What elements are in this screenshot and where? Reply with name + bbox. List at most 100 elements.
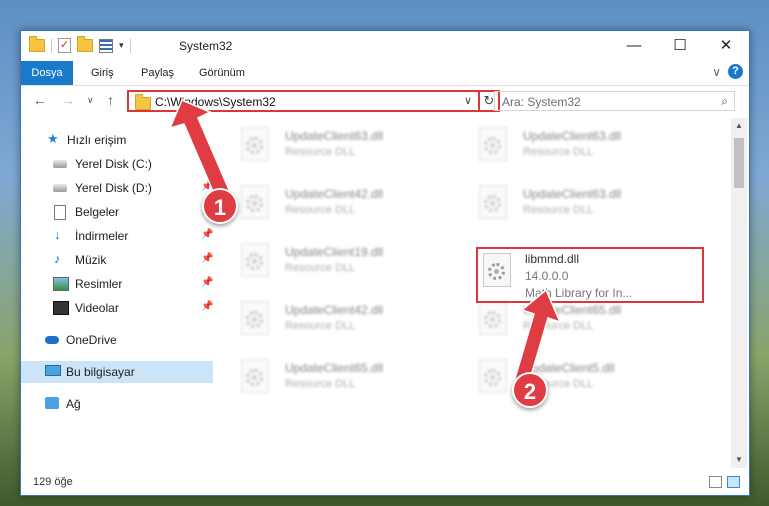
file-description: Resource DLL <box>285 378 356 390</box>
folder-icon <box>29 36 45 52</box>
file-item[interactable]: UpdateClient65.dll Resource DLL <box>231 353 457 405</box>
sidebar-item-network[interactable]: Ağ <box>21 393 213 415</box>
disk-icon <box>53 184 67 192</box>
pin-icon[interactable]: 📌 <box>201 301 213 312</box>
sidebar-item-label: Videolar <box>75 301 119 315</box>
address-text[interactable]: C:\Windows\System32 <box>155 95 276 109</box>
address-dropdown-icon[interactable]: ∨ <box>464 94 472 107</box>
dll-file-icon <box>241 127 269 161</box>
gear-icon <box>246 253 263 270</box>
sidebar-item-local-disk-c[interactable]: Yerel Disk (C:) <box>21 153 213 175</box>
item-count: 129 öğe <box>33 476 73 488</box>
navigation-pane: ★ Hızlı erişim Yerel Disk (C:) Yerel Dis… <box>21 121 213 461</box>
sidebar-item-onedrive[interactable]: OneDrive <box>21 329 213 351</box>
help-icon[interactable]: ? <box>728 64 743 79</box>
file-item[interactable]: UpdateClient63.dll Resource DLL <box>469 179 695 231</box>
cloud-icon <box>45 336 59 344</box>
new-folder-icon[interactable] <box>77 36 93 52</box>
explorer-window: ✓ ▾ System32 — ☐ ✕ Dosya Giriş Paylaş Gö… <box>20 30 750 496</box>
forward-button[interactable]: → <box>61 92 75 108</box>
close-button[interactable]: ✕ <box>703 31 749 61</box>
sidebar-item-quick-access[interactable]: ★ Hızlı erişim <box>21 129 213 151</box>
address-bar[interactable]: C:\Windows\System32 ∨ <box>127 90 480 112</box>
sidebar-item-label: Ağ <box>66 397 81 411</box>
details-view-icon[interactable] <box>709 476 722 488</box>
file-description: Resource DLL <box>285 262 356 274</box>
sidebar-item-label: Belgeler <box>75 205 120 219</box>
customize-toolbar-icon[interactable]: ▾ <box>119 40 124 51</box>
scroll-up-icon[interactable]: ▲ <box>731 118 747 134</box>
up-button[interactable]: ↑ <box>107 92 114 108</box>
navigation-bar: ← → ∨ ↑ C:\Windows\System32 ∨ ↻ Ara: Sys… <box>21 86 749 118</box>
search-icon[interactable]: ⌕ <box>721 94 728 109</box>
file-item[interactable]: UpdateClient63.dll Resource DLL <box>469 121 695 173</box>
gear-icon <box>246 369 263 386</box>
sidebar-item-label: Resimler <box>75 277 123 291</box>
sidebar-item-local-disk-d[interactable]: Yerel Disk (D:) 📌 <box>21 177 213 199</box>
divider <box>129 38 131 53</box>
file-name: UpdateClient65.dll <box>285 361 384 375</box>
properties-icon[interactable] <box>99 38 113 53</box>
dll-file-icon <box>241 301 269 335</box>
sidebar-item-label: Yerel Disk (D:) <box>75 181 152 195</box>
file-name: UpdateClient63.dll <box>523 129 622 143</box>
maximize-button[interactable]: ☐ <box>657 31 703 61</box>
file-name: UpdateClient42.dll <box>285 303 384 317</box>
recent-locations-button[interactable]: ∨ <box>87 95 94 106</box>
sidebar-item-label: İndirmeler <box>75 229 129 243</box>
file-description: Resource DLL <box>285 146 356 158</box>
pin-icon[interactable]: 📌 <box>201 253 213 264</box>
disk-icon <box>53 160 67 168</box>
scrollbar-thumb[interactable] <box>734 138 744 188</box>
file-item[interactable]: UpdateClient5.dll Resource DLL <box>469 353 695 405</box>
sidebar-item-documents[interactable]: Belgeler 📌 <box>21 201 213 223</box>
tab-view[interactable]: Görünüm <box>199 61 245 85</box>
sidebar-item-downloads[interactable]: ↓ İndirmeler 📌 <box>21 225 213 247</box>
sidebar-item-label: Hızlı erişim <box>67 133 127 147</box>
file-item[interactable]: UpdateClient63.dll Resource DLL <box>231 121 457 173</box>
scroll-down-icon[interactable]: ▼ <box>731 452 747 468</box>
file-item[interactable]: UpdateClient42.dll Resource DLL <box>231 179 457 231</box>
dll-file-icon <box>479 301 507 335</box>
gear-icon <box>246 137 263 154</box>
search-placeholder: Ara: System32 <box>502 95 581 109</box>
file-name: UpdateClient65.dll <box>523 303 622 317</box>
pin-icon[interactable]: 📌 <box>201 229 213 240</box>
file-description: Resource DLL <box>523 146 594 158</box>
highlight-box <box>476 247 704 303</box>
dll-file-icon <box>479 127 507 161</box>
dll-file-icon <box>241 359 269 393</box>
sidebar-item-label: OneDrive <box>66 333 117 347</box>
file-item[interactable]: UpdateClient42.dll Resource DLL <box>231 295 457 347</box>
pin-icon[interactable]: 📌 <box>201 277 213 288</box>
sidebar-item-this-pc[interactable]: Bu bilgisayar <box>21 361 213 383</box>
minimize-button[interactable]: — <box>611 31 657 61</box>
step-1-badge: 1 <box>202 188 238 224</box>
sidebar-item-pictures[interactable]: Resimler 📌 <box>21 273 213 295</box>
back-button[interactable]: ← <box>33 92 47 108</box>
network-icon <box>45 397 59 409</box>
properties-check-icon[interactable]: ✓ <box>58 38 71 53</box>
gear-icon <box>484 195 501 212</box>
quick-access-toolbar: ✓ ▾ <box>29 36 131 53</box>
music-icon: ♪ <box>54 251 61 266</box>
tiles-view-icon[interactable] <box>727 476 740 488</box>
tab-share[interactable]: Paylaş <box>141 61 174 85</box>
file-item[interactable]: UpdateClient19.dll Resource DLL <box>231 237 457 289</box>
tab-home[interactable]: Giriş <box>91 61 114 85</box>
sidebar-item-music[interactable]: ♪ Müzik 📌 <box>21 249 213 271</box>
divider <box>51 38 52 53</box>
sidebar-item-label: Yerel Disk (C:) <box>75 157 152 171</box>
sidebar-item-label: Müzik <box>75 253 107 267</box>
sidebar-item-videos[interactable]: Videolar 📌 <box>21 297 213 319</box>
gear-icon <box>484 137 501 154</box>
search-input[interactable]: Ara: System32 ⌕ <box>494 91 735 111</box>
window-title: System32 <box>179 39 233 53</box>
vertical-scrollbar[interactable]: ▲ ▼ <box>731 118 747 468</box>
file-name: UpdateClient42.dll <box>285 187 384 201</box>
tab-file[interactable]: Dosya <box>21 61 73 85</box>
dll-file-icon <box>241 185 269 219</box>
gear-icon <box>246 195 263 212</box>
ribbon-expand-icon[interactable]: ∨ <box>712 65 721 79</box>
file-description: Resource DLL <box>285 320 356 332</box>
